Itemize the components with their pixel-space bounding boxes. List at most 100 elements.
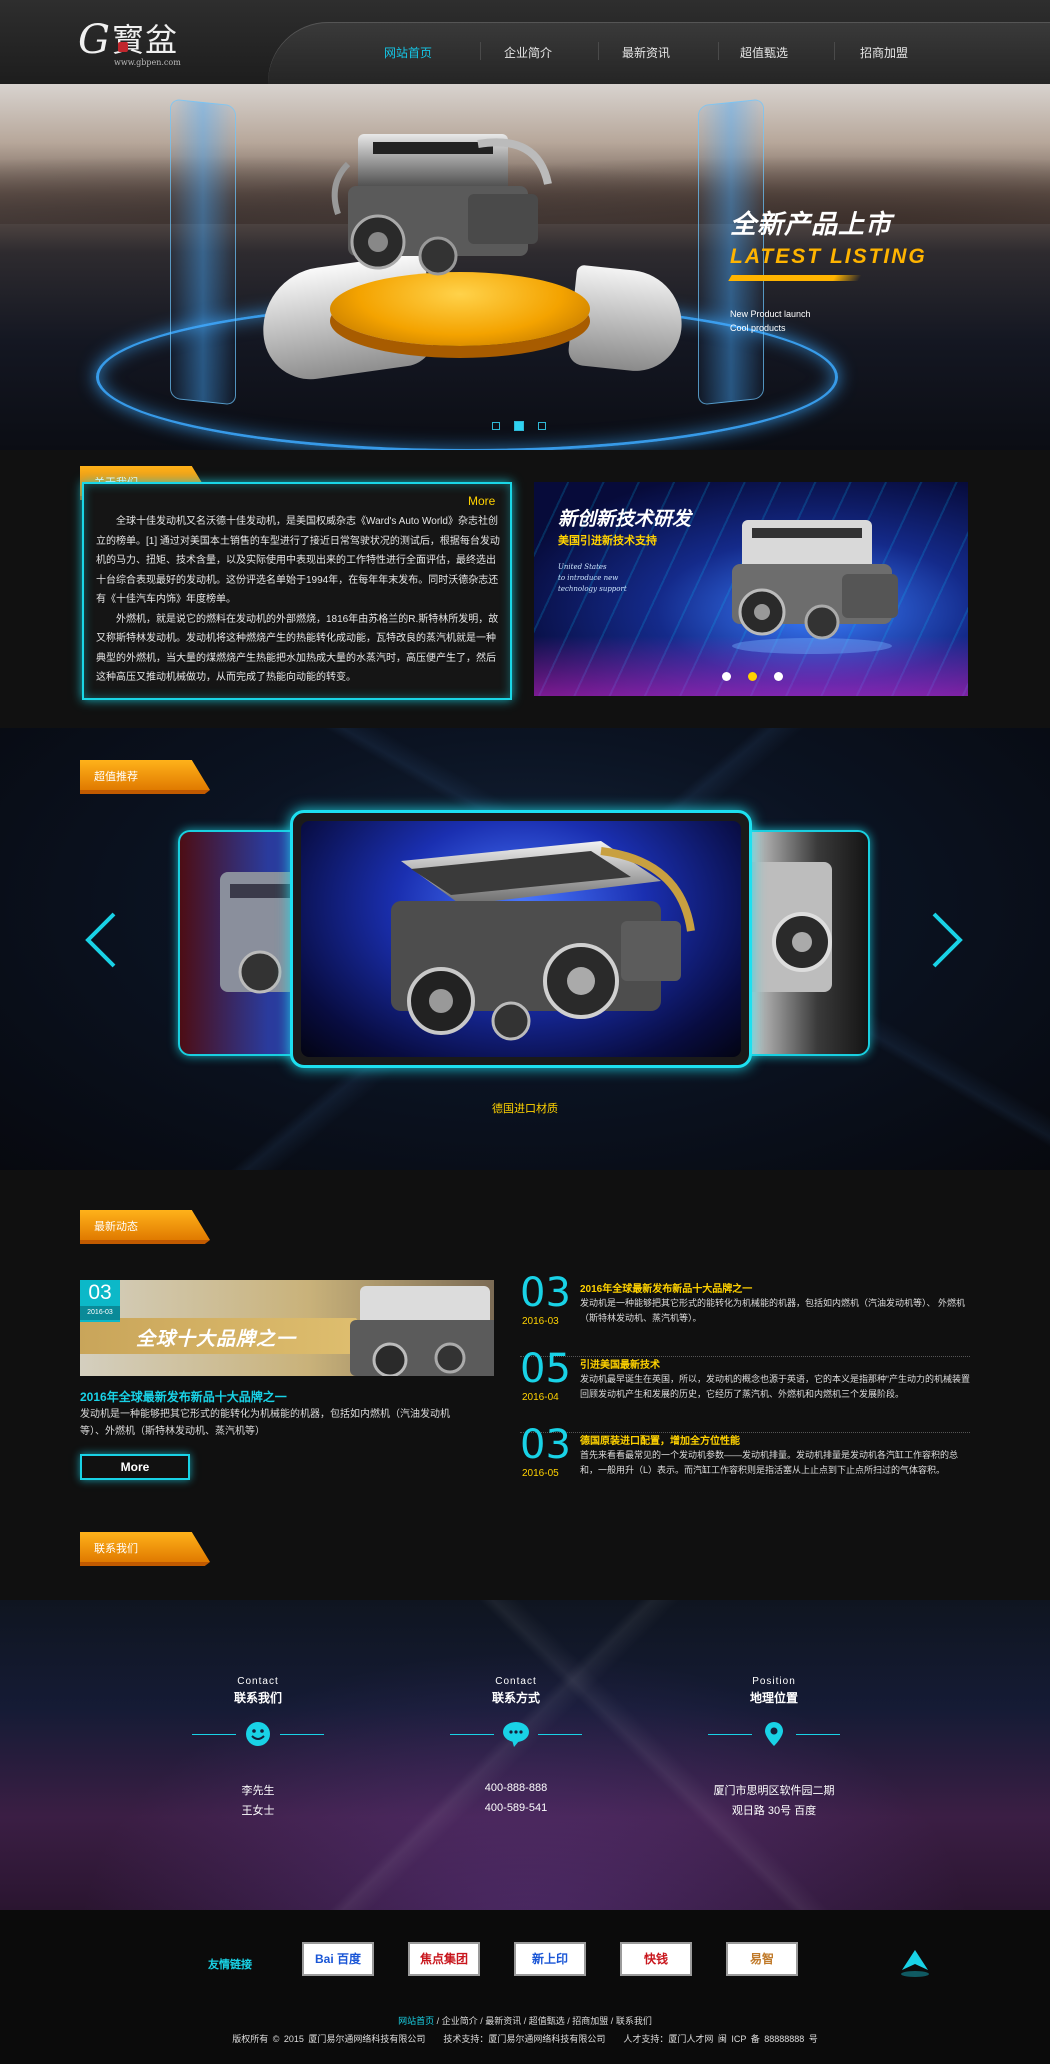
- about-section: 关于我们 More 全球十佳发动机又名沃德十佳发动机，是美国权威杂志《Ward'…: [0, 450, 1050, 728]
- contact-column-phone: Contact 联系方式 400-888-888 400-589-541: [446, 1676, 586, 1814]
- contact-column-title: 联系我们: [233, 1691, 282, 1705]
- about-text: 全球十佳发动机又名沃德十佳发动机，是美国权威杂志《Ward's Auto Wor…: [96, 512, 502, 688]
- logo-letter: G: [78, 17, 110, 63]
- contact-column-title: 联系方式: [491, 1691, 540, 1705]
- news-item-date: 2016-04: [522, 1392, 559, 1403]
- nav-item-products[interactable]: 超值甄选: [740, 44, 788, 61]
- friend-link-kuaiqian[interactable]: 快钱: [620, 1942, 692, 1976]
- contact-column-en: Contact: [237, 1676, 279, 1687]
- about-pic-dot[interactable]: [774, 672, 783, 681]
- nav-item-about[interactable]: 企业简介: [504, 44, 552, 61]
- contact-section-tag: 联系我们: [80, 1532, 210, 1566]
- contact-tag-label: 联系我们: [94, 1543, 138, 1555]
- carousel-prev-arrow-icon[interactable]: [82, 910, 118, 970]
- news-feature-image[interactable]: 全球十大品牌之一: [80, 1280, 494, 1376]
- tag-shadow: [80, 1562, 210, 1566]
- hero-subtitle-line: New Product launch: [730, 309, 811, 319]
- news-item-day: 05: [520, 1346, 571, 1392]
- tag-shadow: [80, 790, 210, 794]
- news-list-item[interactable]: 03 2016-05 德国原装进口配置，增加全方位性能 首先来看看最常见的一个发…: [520, 1424, 970, 1504]
- friend-link-baidu[interactable]: Bai 百度: [302, 1942, 374, 1976]
- news-item-day: 03: [520, 1422, 571, 1468]
- hero-text-block: 全新产品上市 LATEST LISTING New Product launch…: [728, 204, 927, 335]
- news-item-title: 德国原装进口配置，增加全方位性能: [580, 1436, 740, 1447]
- logo[interactable]: G 寳盆 www.gbpen.com: [78, 17, 181, 70]
- about-pic-subtitle: 美国引进新技术支持: [558, 535, 657, 547]
- footer-link-join[interactable]: 招商加盟: [572, 2016, 608, 2026]
- nav-divider: [480, 42, 481, 60]
- carousel-next-arrow-icon[interactable]: [930, 910, 966, 970]
- nav-item-news[interactable]: 最新资讯: [622, 44, 670, 61]
- location-pin-icon: [765, 1722, 783, 1746]
- friend-link-jiaodian[interactable]: 焦点集团: [408, 1942, 480, 1976]
- engine-image: [732, 520, 898, 654]
- hero-dot-active[interactable]: [514, 421, 524, 431]
- contact-value: 400-589-541: [484, 1802, 548, 1814]
- contact-value: 王女士: [241, 1805, 275, 1817]
- footer-link-about[interactable]: 企业简介: [442, 2016, 478, 2026]
- nav-item-home[interactable]: 网站首页: [384, 44, 432, 61]
- footer-nav: 网站首页 / 企业简介 / 最新资讯 / 超值甄选 / 招商加盟 / 联系我们: [398, 2016, 652, 2026]
- recommend-tag-label: 超值推荐: [94, 771, 138, 783]
- about-pic-english-line: United States: [558, 563, 607, 571]
- news-item-date: 2016-03: [522, 1316, 559, 1327]
- footer-link-products[interactable]: 超值甄选: [529, 2016, 565, 2026]
- contact-column-person: Contact 联系我们 李先生 王女士: [188, 1676, 328, 1817]
- about-paragraph: 外燃机，就是说它的燃料在发动机的外部燃烧，1816年由苏格兰的R.斯特林所发明，…: [96, 613, 499, 684]
- friend-link-xinshangyin[interactable]: 新上印: [514, 1942, 586, 1976]
- news-section: 最新动态 全球十大品牌之一 03 2016-03 2016年全球最新发布新品十大…: [0, 1170, 1050, 1600]
- about-pic-dot[interactable]: [722, 672, 731, 681]
- hero-dot[interactable]: [538, 422, 546, 430]
- nav-item-join[interactable]: 招商加盟: [860, 44, 908, 61]
- footer-link-news[interactable]: 最新资讯: [485, 2016, 521, 2026]
- nav-divider: [834, 42, 835, 60]
- engine-image: [391, 841, 695, 1041]
- about-pic-dot-active[interactable]: [748, 672, 757, 681]
- contact-column-en: Position: [752, 1676, 796, 1687]
- news-item-text: 发动机最早诞生在英国，所以，发动机的概念也源于英语，它的本义是指那种“产生动力的…: [580, 1374, 970, 1399]
- news-item-date: 2016-05: [522, 1468, 559, 1479]
- about-image-slider[interactable]: 新创新技术研发 美国引进新技术支持 United States to intro…: [534, 482, 968, 696]
- logo-seal-icon: [118, 42, 128, 52]
- main-nav: 网站首页 企业简介 最新资讯 超值甄选 招商加盟: [268, 22, 1050, 84]
- back-to-top-icon[interactable]: [898, 1948, 932, 1978]
- news-feature-banner-text: 全球十大品牌之一: [136, 1329, 297, 1350]
- logo-url: www.gbpen.com: [114, 58, 181, 67]
- contact-column-location: Position 地理位置 厦门市思明区软件园二期 观日路 30号 百度: [704, 1676, 844, 1817]
- contact-value: 厦门市思明区软件园二期: [713, 1785, 835, 1797]
- nav-divider: [598, 42, 599, 60]
- carousel-slide-next[interactable]: [740, 830, 870, 1056]
- news-feature-day: 03: [88, 1281, 112, 1304]
- hero-banner[interactable]: 全新产品上市 LATEST LISTING New Product launch…: [0, 84, 1050, 450]
- engine-image: [220, 872, 306, 994]
- friend-links-label: 友情链接: [208, 1959, 252, 1971]
- tag-shadow: [80, 1240, 210, 1244]
- about-pic-english-line: to introduce new: [558, 574, 619, 582]
- about-pic-title: 新创新技术研发: [558, 509, 692, 530]
- logo-name: 寳盆: [112, 21, 179, 59]
- hero-subtitle-line: Cool products: [730, 323, 786, 333]
- news-item-title: 引进美国最新技术: [580, 1360, 660, 1371]
- footer-link-contact[interactable]: 联系我们: [616, 2016, 652, 2026]
- smiley-icon: [246, 1722, 270, 1746]
- friend-link-yizhi[interactable]: 易智: [726, 1942, 798, 1976]
- footer-link-home[interactable]: 网站首页: [398, 2016, 434, 2026]
- carousel-slide-prev[interactable]: [178, 830, 308, 1056]
- news-list-item[interactable]: 03 2016-03 2016年全球最新发布新品十大品牌之一 发动机是一种能够把…: [520, 1272, 970, 1352]
- engine-image: [350, 1286, 494, 1376]
- news-more-button[interactable]: More: [80, 1454, 190, 1480]
- contact-column-title: 地理位置: [749, 1691, 798, 1705]
- carousel-slide-current[interactable]: [290, 810, 752, 1068]
- hero-dot[interactable]: [492, 422, 500, 430]
- news-feature-title[interactable]: 2016年全球最新发布新品十大品牌之一: [80, 1388, 287, 1405]
- contact-line: [538, 1734, 582, 1735]
- about-pic-english-line: technology support: [558, 585, 627, 593]
- contact-line: [450, 1734, 494, 1735]
- news-item-text: 发动机是一种能够把其它形式的能转化为机械能的机器，包括如内燃机（汽油发动机等）、…: [580, 1298, 966, 1323]
- news-list-item[interactable]: 05 2016-04 引进美国最新技术 发动机最早诞生在英国，所以，发动机的概念…: [520, 1348, 970, 1428]
- contact-column-en: Contact: [495, 1676, 537, 1687]
- about-more-link[interactable]: More: [468, 494, 495, 508]
- news-feature-month: 2016-03: [80, 1306, 120, 1320]
- about-text-box: More 全球十佳发动机又名沃德十佳发动机，是美国权威杂志《Ward's Aut…: [82, 482, 512, 700]
- hero-underline: [728, 275, 862, 281]
